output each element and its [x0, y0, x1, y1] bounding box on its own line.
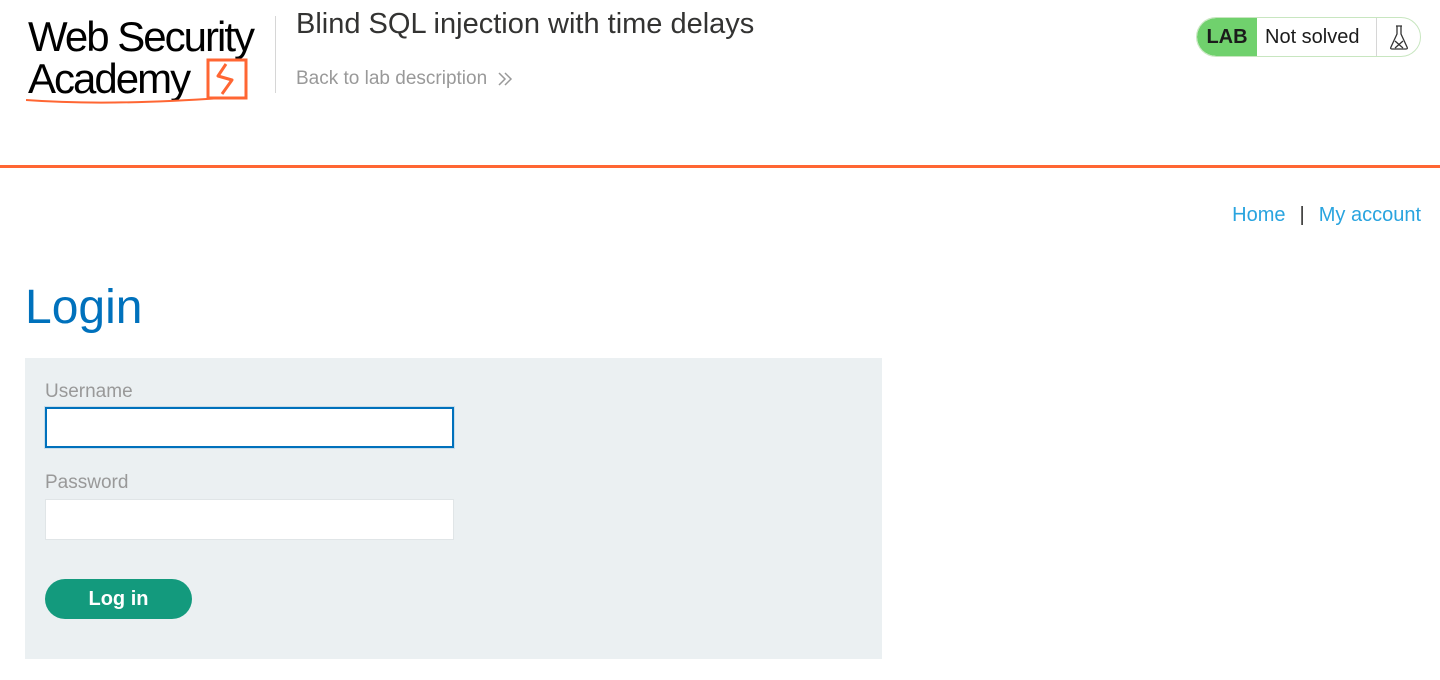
logo-lightning-icon	[26, 58, 248, 104]
login-form: Username Password Log in	[25, 358, 882, 659]
lab-status-widget: LAB Not solved	[1196, 17, 1421, 57]
password-input[interactable]	[45, 499, 454, 540]
username-label: Username	[45, 381, 133, 402]
header-divider	[275, 16, 276, 93]
password-label: Password	[45, 472, 129, 493]
back-link-label: Back to lab description	[296, 68, 488, 89]
lab-title: Blind SQL injection with time delays	[296, 8, 755, 40]
nav-home-link[interactable]: Home	[1232, 204, 1285, 227]
nav-my-account-link[interactable]: My account	[1319, 204, 1421, 227]
lab-header: Web Security Academy Blind SQL injection…	[0, 0, 1440, 168]
flask-icon	[1377, 18, 1420, 56]
double-chevron-right-icon	[498, 72, 513, 86]
web-security-academy-logo[interactable]: Web Security Academy	[26, 14, 271, 104]
nav-separator: |	[1299, 204, 1305, 226]
lab-badge: LAB	[1197, 18, 1257, 56]
page-title: Login	[25, 281, 143, 334]
username-input[interactable]	[45, 407, 454, 448]
top-navigation: Home | My account	[1232, 204, 1421, 227]
lab-status-text: Not solved	[1257, 18, 1377, 56]
log-in-button[interactable]: Log in	[45, 579, 192, 619]
back-to-lab-description-link[interactable]: Back to lab description	[296, 68, 513, 90]
